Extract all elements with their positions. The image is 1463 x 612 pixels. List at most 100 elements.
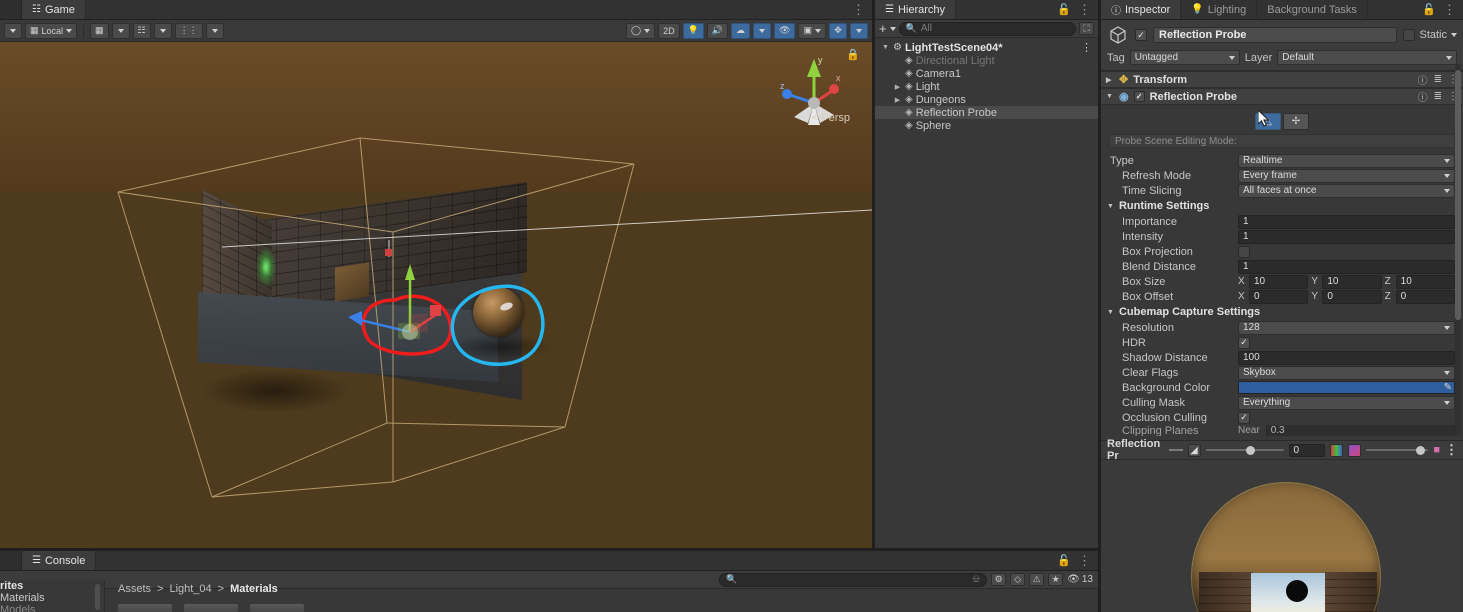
breadcrumb-item-assets[interactable]: Assets xyxy=(118,583,151,595)
occlusion-culling-checkbox[interactable]: ✓ xyxy=(1238,411,1250,424)
hidden-count-badge[interactable]: 👁 13 xyxy=(1067,574,1093,585)
star-icon[interactable]: ★ xyxy=(1048,573,1064,586)
tab-background-tasks[interactable]: Background Tasks xyxy=(1257,0,1368,19)
project-sidebar-scrollbar[interactable] xyxy=(95,584,100,610)
hierarchy-item-dungeons[interactable]: ▶ ◈ Dungeons xyxy=(875,93,1098,106)
tab-console[interactable]: ☰ Console xyxy=(22,551,97,570)
chevron-down-icon[interactable] xyxy=(889,26,896,31)
breadcrumb-item-light04[interactable]: Light_04 xyxy=(169,583,211,595)
component-header-transform[interactable]: ▶ ✥ Transform ⓘ ≣ ⋮ xyxy=(1101,71,1463,88)
chevron-right-icon[interactable]: ▶ xyxy=(893,96,902,104)
tab-lighting[interactable]: 💡 Lighting xyxy=(1181,0,1258,19)
pivot-mode-button[interactable] xyxy=(4,22,22,39)
component-header-reflection-probe[interactable]: ▼ ◉ ✓ Reflection Probe ⓘ ≣ ⋮ xyxy=(1101,88,1463,105)
gameobject-enabled-checkbox[interactable]: ✓ xyxy=(1135,29,1147,41)
asset-item[interactable] xyxy=(184,604,238,612)
importance-input[interactable]: 1 xyxy=(1238,214,1455,229)
type-dropdown[interactable]: Realtime xyxy=(1238,153,1455,168)
shadow-distance-input[interactable]: 100 xyxy=(1238,350,1455,365)
clipping-near-input[interactable]: 0.3 xyxy=(1265,425,1455,436)
tab-inspector[interactable]: ⓘ Inspector xyxy=(1101,0,1182,19)
chevron-down-icon[interactable]: ▼ xyxy=(1107,309,1114,316)
grid-snap-dropdown[interactable] xyxy=(111,22,130,39)
color-preview-icon[interactable] xyxy=(1348,443,1362,457)
gameobject-name-field[interactable]: Reflection Probe xyxy=(1153,27,1398,43)
kebab-menu-icon[interactable]: ⋮ xyxy=(1443,3,1456,16)
static-checkbox[interactable]: ✓ xyxy=(1403,29,1416,41)
hierarchy-item-sphere[interactable]: ◈ Sphere xyxy=(875,119,1098,132)
project-sidebar-item-favorites[interactable]: rites xyxy=(0,580,104,592)
filter-by-label-icon[interactable]: ◇ xyxy=(1010,573,1026,586)
chevron-down-icon[interactable]: ▼ xyxy=(1106,93,1114,100)
box-offset-z-input[interactable]: 0 xyxy=(1395,289,1455,304)
handle-space-button[interactable]: ▦ Local xyxy=(25,22,78,39)
preview-exposure-slider[interactable] xyxy=(1366,444,1429,456)
hierarchy-search-input[interactable]: 🔍 All xyxy=(898,21,1076,36)
box-offset-y-input[interactable]: 0 xyxy=(1322,289,1382,304)
chevron-down-icon[interactable] xyxy=(1451,33,1457,37)
snap-increment-dropdown[interactable] xyxy=(153,22,172,39)
lock-icon[interactable]: 🔓 xyxy=(1057,3,1071,16)
asset-item[interactable] xyxy=(118,604,172,612)
checker-background-icon[interactable]: ■ xyxy=(1433,444,1440,456)
blend-distance-input[interactable]: 1 xyxy=(1238,259,1455,274)
tab-hierarchy[interactable]: ☰ Hierarchy xyxy=(875,0,957,19)
add-gameobject-button[interactable]: + xyxy=(879,21,887,36)
error-filter-icon[interactable]: ⚠ xyxy=(1029,573,1045,586)
lighting-toggle-button[interactable]: 💡 xyxy=(682,22,704,39)
hdr-checkbox[interactable]: ✓ xyxy=(1238,336,1250,349)
project-panel-splitter[interactable] xyxy=(104,580,105,612)
effects-dropdown[interactable] xyxy=(753,22,772,39)
tab-game[interactable]: ☷ Game xyxy=(22,0,86,19)
slider-knob[interactable] xyxy=(1416,445,1426,455)
project-search-input[interactable]: 🔍 ⎒ xyxy=(719,572,988,587)
lock-icon[interactable]: 🔓 xyxy=(1422,3,1436,16)
perspective-label[interactable]: < Persp xyxy=(812,112,850,124)
scene-visibility-icon[interactable]: ⛶ xyxy=(1079,22,1094,35)
box-projection-checkbox[interactable]: ✓ xyxy=(1238,245,1250,258)
rgb-channels-icon[interactable] xyxy=(1330,443,1344,457)
asset-item[interactable] xyxy=(250,604,304,612)
hidden-objects-button[interactable]: 👁 xyxy=(774,22,796,39)
toggle-2d-button[interactable]: 2D xyxy=(658,22,680,39)
audio-toggle-button[interactable]: 🔊 xyxy=(706,22,729,39)
preview-mip-slider[interactable] xyxy=(1205,444,1284,456)
time-slicing-dropdown[interactable]: All faces at once xyxy=(1238,183,1455,198)
help-icon[interactable]: ⓘ xyxy=(1418,72,1428,87)
clear-flags-dropdown[interactable]: Skybox xyxy=(1238,365,1455,380)
kebab-menu-icon[interactable]: ⋮ xyxy=(1445,443,1458,456)
scene-camera-button[interactable]: ▣ xyxy=(798,22,826,39)
preset-icon[interactable]: ≣ xyxy=(1434,74,1442,85)
slider-knob[interactable] xyxy=(1245,445,1255,455)
layer-dropdown[interactable]: Default xyxy=(1277,50,1457,65)
kebab-menu-icon[interactable]: ⋮ xyxy=(1078,3,1091,16)
lock-icon[interactable]: 🔓 xyxy=(1057,554,1071,567)
hierarchy-item-directional-light[interactable]: ◈ Directional Light xyxy=(875,54,1098,67)
box-offset-x-input[interactable]: 0 xyxy=(1249,289,1309,304)
box-size-z-input[interactable]: 10 xyxy=(1395,274,1455,289)
chevron-right-icon[interactable]: ▶ xyxy=(893,83,902,91)
section-runtime-settings[interactable]: ▼ Runtime Settings xyxy=(1101,198,1463,214)
help-icon[interactable]: ⓘ xyxy=(1418,89,1428,104)
kebab-menu-icon[interactable]: ⋮ xyxy=(1081,42,1098,53)
effects-button[interactable]: ☁ xyxy=(731,22,751,39)
align-tool-dropdown[interactable] xyxy=(205,22,224,39)
preview-mip-field[interactable]: 0 xyxy=(1288,443,1326,457)
preview-toggle-icon[interactable]: ◢ xyxy=(1187,443,1201,457)
intensity-input[interactable]: 1 xyxy=(1238,229,1455,244)
snap-increment-button[interactable]: ☷ xyxy=(132,22,151,39)
chevron-down-icon[interactable]: ▼ xyxy=(1107,203,1114,210)
culling-mask-dropdown[interactable]: Everything xyxy=(1238,395,1455,410)
grid-snap-button[interactable]: ▦ xyxy=(90,22,109,39)
eyedropper-icon[interactable]: ✎ xyxy=(1444,382,1454,393)
gizmos-dropdown[interactable] xyxy=(850,22,868,39)
inspector-scrollbar-thumb[interactable] xyxy=(1455,70,1461,320)
resolution-dropdown[interactable]: 128 xyxy=(1238,320,1455,335)
filter-by-type-icon[interactable]: ⚙ xyxy=(991,573,1007,586)
project-sidebar-item-models[interactable]: Models xyxy=(0,604,104,612)
chevron-right-icon[interactable]: ▶ xyxy=(1106,76,1114,84)
save-search-icon[interactable]: ⎒ xyxy=(972,574,980,585)
reflection-probe-preview[interactable] xyxy=(1101,460,1463,612)
refresh-mode-dropdown[interactable]: Every frame xyxy=(1238,168,1455,183)
inspector-scrollbar-track[interactable] xyxy=(1455,64,1461,436)
